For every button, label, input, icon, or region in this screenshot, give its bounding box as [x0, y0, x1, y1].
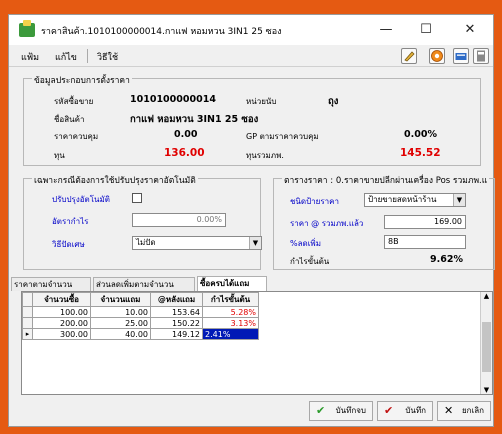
save-print-label: บันทึกจบ [335, 406, 366, 415]
label-type-select[interactable]: ป้ายขายสดหน้าร้าน ▼ [364, 193, 466, 207]
cell-gross-profit[interactable]: 3.13% [202, 317, 259, 329]
cost-value: 136.00 [164, 147, 205, 159]
name-label: ชื่อสินค้า [54, 115, 85, 124]
group-title: เฉพาะกรณีต้องการใช้ปรับปรุงราคาอัตโนมัติ [32, 173, 198, 187]
cancel-label: ยกเลิก [461, 406, 484, 415]
row-indicator [22, 306, 33, 318]
discount-label: %ลดเพิ่ม [290, 239, 321, 248]
check-icon: ✔ [384, 404, 394, 417]
code-value: 1010100000014 [130, 94, 216, 105]
code-label: รหัสซื้อขาย [54, 97, 94, 106]
price-table-group: ตารางราคา : 0.ราคาขายปลีกผ่านเครื่อง Pos… [273, 173, 495, 270]
col-header-buy-qty: จำนวนซื้อ [32, 292, 91, 307]
profit-value: 9.62% [430, 254, 463, 265]
help-icon[interactable] [429, 48, 445, 64]
rounding-label: วิธีปัดเศษ [52, 240, 85, 249]
cell-after-free[interactable]: 149.12 [150, 328, 203, 340]
scroll-up-icon[interactable]: ▲ [481, 292, 492, 300]
window-title: ราคาสินค้า.1010100000014.กาแฟ หอมหวน 3IN… [41, 27, 282, 37]
tab-buy-get-free[interactable]: ซื้อครบได้แถม [197, 276, 267, 291]
group-title: ตารางราคา : 0.ราคาขายปลีกผ่านเครื่อง Pos… [282, 173, 490, 187]
maximize-button[interactable]: ☐ [411, 19, 441, 41]
gp-label: GP ตามราคาควบคุม [246, 132, 319, 141]
menu-help[interactable]: วิธีใช้ [97, 50, 118, 64]
row-indicator [22, 317, 33, 329]
cancel-button[interactable]: ✕ ยกเลิก [437, 401, 491, 421]
cell-buy-qty[interactable]: 200.00 [32, 317, 91, 329]
menu-edit[interactable]: แก้ไข [55, 50, 77, 64]
cell-free-qty[interactable]: 40.00 [90, 328, 151, 340]
auto-adjust-checkbox[interactable] [132, 193, 142, 203]
current-row-icon: ▸ [22, 328, 33, 340]
cell-free-qty[interactable]: 10.00 [90, 306, 151, 318]
col-header-after-free: @หลังแถม [150, 292, 203, 307]
control-price-label: ราคาควบคุม [54, 132, 99, 141]
rounding-value: ไม่ปัด [136, 238, 156, 247]
cost-label: ทุน [54, 151, 65, 160]
grid-scrollbar[interactable]: ▲ ▼ [480, 292, 492, 394]
minimize-button[interactable]: — [371, 19, 401, 41]
group-title: ข้อมูลประกอบการตั้งราคา [32, 73, 132, 87]
discount-field[interactable]: 8B [384, 235, 466, 249]
tab-qty-discount[interactable]: ส่วนลดเพิ่มตามจำนวน [93, 277, 195, 291]
calculator-icon[interactable] [473, 48, 489, 64]
cell-gross-profit-selected[interactable]: 2.41% [202, 328, 259, 340]
pencil-icon[interactable] [401, 48, 417, 64]
cell-after-free[interactable]: 153.64 [150, 306, 203, 318]
save-button[interactable]: ✔ บันทึก [377, 401, 433, 421]
free-goods-grid: จำนวนซื้อ จำนวนแถม @หลังแถม กำไรขั้นต้น … [21, 291, 493, 395]
tab-qty-price[interactable]: ราคาตามจำนวน [11, 277, 91, 291]
tab-strip: ราคาตามจำนวน ส่วนลดเพิ่มตามจำนวน ซื้อครบ… [9, 276, 493, 291]
label-type-value: ป้ายขายสดหน้าร้าน [368, 195, 437, 204]
profit-rate-label: อัตรากำไร [52, 217, 89, 226]
cell-after-free[interactable]: 150.22 [150, 317, 203, 329]
title-bar: ราคาสินค้า.1010100000014.กาแฟ หอมหวน 3IN… [9, 15, 493, 45]
app-icon [19, 20, 35, 37]
chevron-down-icon[interactable]: ▼ [249, 237, 261, 249]
name-value: กาแฟ หอมหวน 3IN1 25 ซอง [130, 114, 259, 125]
profit-rate-field[interactable]: 0.00% [132, 213, 226, 227]
price-label: ราคา @ รวมภพ.แล้ว [290, 219, 364, 228]
scroll-thumb[interactable] [482, 322, 491, 372]
price-window: ราคาสินค้า.1010100000014.กาแฟ หอมหวน 3IN… [8, 14, 495, 427]
save-print-button[interactable]: ✔ บันทึกจบ [309, 401, 373, 421]
keyboard-icon[interactable] [453, 48, 469, 64]
menu-bar: แฟ้ม แก้ไข วิธีใช้ [9, 45, 493, 67]
label-type-label: ชนิดป้ายราคา [290, 197, 339, 206]
unit-value: ถุง [328, 96, 339, 107]
check-icon: ✔ [316, 404, 326, 417]
save-label: บันทึก [405, 406, 426, 415]
control-price-value: 0.00 [174, 129, 198, 140]
table-row[interactable]: 200.00 25.00 150.22 3.13% [22, 317, 259, 329]
close-icon: ✕ [444, 404, 454, 417]
auto-adjust-group: เฉพาะกรณีต้องการใช้ปรับปรุงราคาอัตโนมัติ… [23, 173, 262, 270]
price-field[interactable]: 169.00 [384, 215, 466, 229]
menu-file[interactable]: แฟ้ม [21, 50, 39, 64]
gp-value: 0.00% [404, 129, 437, 140]
adjust-label: ปรับปรุงอัตโนมัติ [52, 195, 110, 204]
cost-vat-label: ทุนรวมภพ. [246, 151, 284, 160]
col-header-free-qty: จำนวนแถม [90, 292, 151, 307]
cost-vat-value: 145.52 [400, 147, 441, 159]
col-header-gross-profit: กำไรขั้นต้น [202, 292, 259, 307]
cell-gross-profit[interactable]: 5.28% [202, 306, 259, 318]
table-row[interactable]: 100.00 10.00 153.64 5.28% [22, 306, 259, 318]
grid-header-row: จำนวนซื้อ จำนวนแถม @หลังแถม กำไรขั้นต้น [22, 292, 259, 307]
indicator-header [22, 292, 33, 307]
cell-buy-qty[interactable]: 300.00 [32, 328, 91, 340]
product-info-group: ข้อมูลประกอบการตั้งราคา รหัสซื้อขาย 1010… [23, 73, 481, 166]
cell-buy-qty[interactable]: 100.00 [32, 306, 91, 318]
profit-label: กำไรขั้นต้น [290, 257, 330, 266]
table-row[interactable]: ▸ 300.00 40.00 149.12 2.41% [22, 328, 259, 340]
unit-label: หน่วยนับ [246, 97, 277, 106]
chevron-down-icon[interactable]: ▼ [453, 194, 465, 206]
close-button[interactable]: ✕ [455, 19, 485, 41]
rounding-select[interactable]: ไม่ปัด ▼ [132, 236, 262, 250]
grid-table: จำนวนซื้อ จำนวนแถม @หลังแถม กำไรขั้นต้น … [22, 292, 259, 340]
menu-separator [87, 49, 88, 63]
scroll-down-icon[interactable]: ▼ [481, 386, 492, 394]
cell-free-qty[interactable]: 25.00 [90, 317, 151, 329]
